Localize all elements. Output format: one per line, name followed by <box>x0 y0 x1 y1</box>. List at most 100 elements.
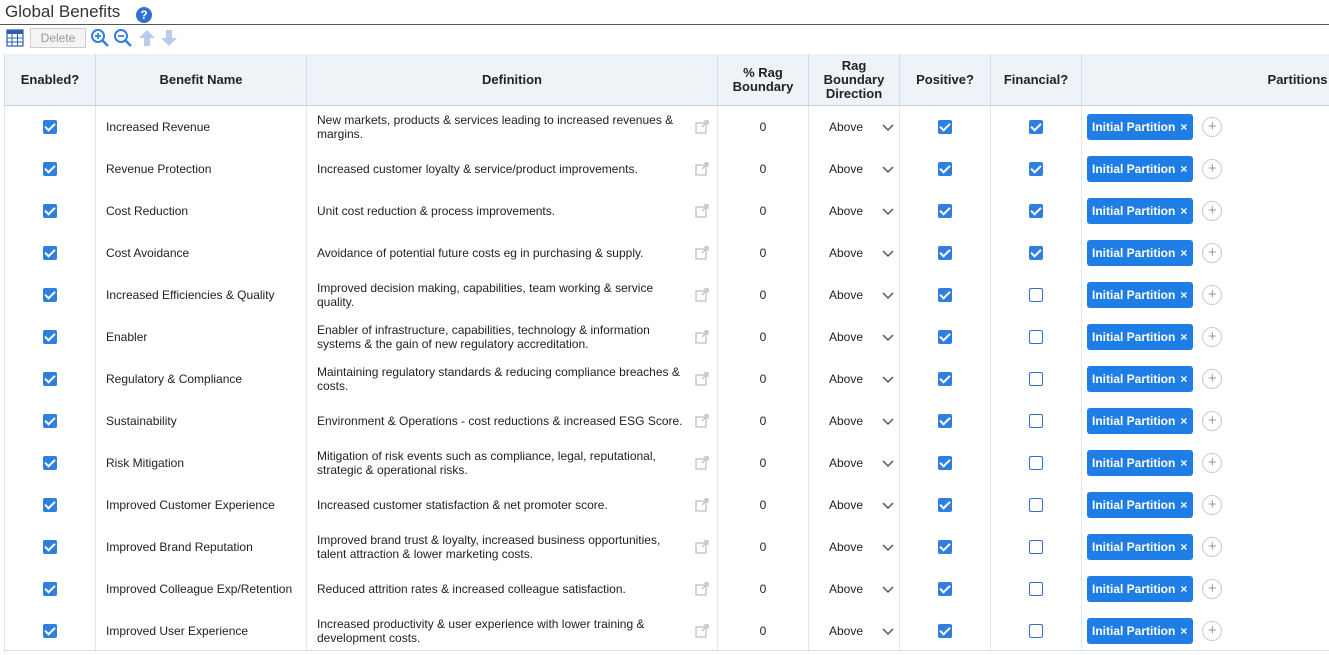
chevron-down-icon[interactable] <box>881 624 895 638</box>
add-partition-icon[interactable]: + <box>1202 621 1223 641</box>
definition-text[interactable]: Enabler of infrastructure, capabilities,… <box>317 323 685 351</box>
enabled-checkbox[interactable] <box>43 288 57 303</box>
definition-text[interactable]: Improved decision making, capabilities, … <box>317 281 685 309</box>
partition-chip[interactable]: Initial Partition × <box>1087 156 1194 182</box>
positive-checkbox[interactable] <box>938 414 952 429</box>
table-row[interactable]: Regulatory & Compliance Maintaining regul… <box>4 358 1329 400</box>
chevron-down-icon[interactable] <box>881 414 895 428</box>
rag-boundary-value[interactable]: 0 <box>717 232 809 274</box>
table-row[interactable]: Increased Revenue New markets, products &… <box>4 105 1329 148</box>
table-row[interactable]: Improved User Experience Increased produc… <box>4 610 1329 652</box>
chevron-down-icon[interactable] <box>881 246 895 260</box>
positive-checkbox[interactable] <box>938 456 952 471</box>
benefit-name[interactable]: Cost Reduction <box>95 190 307 232</box>
rag-boundary-value[interactable]: 0 <box>717 400 809 442</box>
enabled-checkbox[interactable] <box>43 204 57 219</box>
partition-chip[interactable]: Initial Partition × <box>1087 408 1194 434</box>
rag-direction-select[interactable]: Above <box>808 316 900 358</box>
column-header-positive[interactable]: Positive? <box>899 54 991 106</box>
partition-chip[interactable]: Initial Partition × <box>1087 576 1194 602</box>
table-row[interactable]: Risk Mitigation Mitigation of risk events… <box>4 442 1329 484</box>
rag-direction-select[interactable]: Above <box>808 568 900 610</box>
financial-checkbox[interactable] <box>1029 120 1043 135</box>
remove-partition-icon[interactable]: × <box>1180 624 1187 638</box>
rag-direction-select[interactable]: Above <box>808 526 900 568</box>
add-partition-icon[interactable]: + <box>1202 453 1223 473</box>
benefit-name[interactable]: Increased Efficiencies & Quality <box>95 274 307 316</box>
financial-checkbox[interactable] <box>1029 162 1043 177</box>
rag-direction-select[interactable]: Above <box>808 274 900 316</box>
table-grid-icon[interactable] <box>6 29 24 47</box>
open-external-icon[interactable] <box>695 372 709 386</box>
open-external-icon[interactable] <box>695 456 709 470</box>
enabled-checkbox[interactable] <box>43 540 57 555</box>
financial-checkbox[interactable] <box>1029 414 1043 429</box>
financial-checkbox[interactable] <box>1029 288 1043 303</box>
column-header-rag-direction[interactable]: Rag Boundary Direction <box>808 54 900 106</box>
enabled-checkbox[interactable] <box>43 162 57 177</box>
remove-partition-icon[interactable]: × <box>1180 330 1187 344</box>
partition-chip[interactable]: Initial Partition × <box>1087 198 1194 224</box>
partition-chip[interactable]: Initial Partition × <box>1087 114 1194 140</box>
rag-boundary-value[interactable]: 0 <box>717 484 809 526</box>
add-partition-icon[interactable]: + <box>1202 537 1223 557</box>
benefit-name[interactable]: Enabler <box>95 316 307 358</box>
definition-text[interactable]: Increased customer statisfaction & net p… <box>317 498 685 512</box>
rag-boundary-value[interactable]: 0 <box>717 105 809 148</box>
column-header-financial[interactable]: Financial? <box>990 54 1082 106</box>
table-row[interactable]: Improved Brand Reputation Improved brand … <box>4 526 1329 568</box>
rag-boundary-value[interactable]: 0 <box>717 358 809 400</box>
benefit-name[interactable]: Increased Revenue <box>95 105 307 148</box>
positive-checkbox[interactable] <box>938 372 952 387</box>
positive-checkbox[interactable] <box>938 288 952 303</box>
rag-direction-select[interactable]: Above <box>808 358 900 400</box>
column-header-rag-boundary[interactable]: % Rag Boundary <box>717 54 809 106</box>
definition-text[interactable]: Mitigation of risk events such as compli… <box>317 449 685 477</box>
remove-partition-icon[interactable]: × <box>1180 120 1187 134</box>
positive-checkbox[interactable] <box>938 540 952 555</box>
open-external-icon[interactable] <box>695 162 709 176</box>
positive-checkbox[interactable] <box>938 162 952 177</box>
positive-checkbox[interactable] <box>938 204 952 219</box>
column-header-partitions[interactable]: Partitions <box>1081 54 1329 106</box>
chevron-down-icon[interactable] <box>881 372 895 386</box>
benefit-name[interactable]: Improved Colleague Exp/Retention <box>95 568 307 610</box>
financial-checkbox[interactable] <box>1029 456 1043 471</box>
add-partition-icon[interactable]: + <box>1202 285 1223 305</box>
benefit-name[interactable]: Improved Customer Experience <box>95 484 307 526</box>
rag-direction-select[interactable]: Above <box>808 148 900 190</box>
open-external-icon[interactable] <box>695 246 709 260</box>
rag-direction-select[interactable]: Above <box>808 610 900 652</box>
rag-boundary-value[interactable]: 0 <box>717 274 809 316</box>
remove-partition-icon[interactable]: × <box>1180 582 1187 596</box>
benefit-name[interactable]: Regulatory & Compliance <box>95 358 307 400</box>
open-external-icon[interactable] <box>695 582 709 596</box>
column-header-benefit-name[interactable]: Benefit Name <box>95 54 307 106</box>
rag-direction-select[interactable]: Above <box>808 484 900 526</box>
table-row[interactable]: Improved Colleague Exp/Retention Reduced … <box>4 568 1329 610</box>
open-external-icon[interactable] <box>695 330 709 344</box>
open-external-icon[interactable] <box>695 498 709 512</box>
definition-text[interactable]: Environment & Operations - cost reductio… <box>317 414 685 428</box>
open-external-icon[interactable] <box>695 540 709 554</box>
rag-direction-select[interactable]: Above <box>808 232 900 274</box>
positive-checkbox[interactable] <box>938 624 952 639</box>
column-header-definition[interactable]: Definition <box>306 54 718 106</box>
table-row[interactable]: Increased Efficiencies & Quality Improved… <box>4 274 1329 316</box>
remove-partition-icon[interactable]: × <box>1180 372 1187 386</box>
remove-partition-icon[interactable]: × <box>1180 414 1187 428</box>
rag-boundary-value[interactable]: 0 <box>717 526 809 568</box>
financial-checkbox[interactable] <box>1029 372 1043 387</box>
enabled-checkbox[interactable] <box>43 414 57 429</box>
financial-checkbox[interactable] <box>1029 246 1043 261</box>
rag-direction-select[interactable]: Above <box>808 400 900 442</box>
rag-boundary-value[interactable]: 0 <box>717 568 809 610</box>
benefit-name[interactable]: Improved Brand Reputation <box>95 526 307 568</box>
partition-chip[interactable]: Initial Partition × <box>1087 366 1194 392</box>
remove-partition-icon[interactable]: × <box>1180 456 1187 470</box>
enabled-checkbox[interactable] <box>43 330 57 345</box>
positive-checkbox[interactable] <box>938 120 952 135</box>
remove-partition-icon[interactable]: × <box>1180 498 1187 512</box>
delete-button[interactable]: Delete <box>30 28 86 48</box>
remove-partition-icon[interactable]: × <box>1180 288 1187 302</box>
